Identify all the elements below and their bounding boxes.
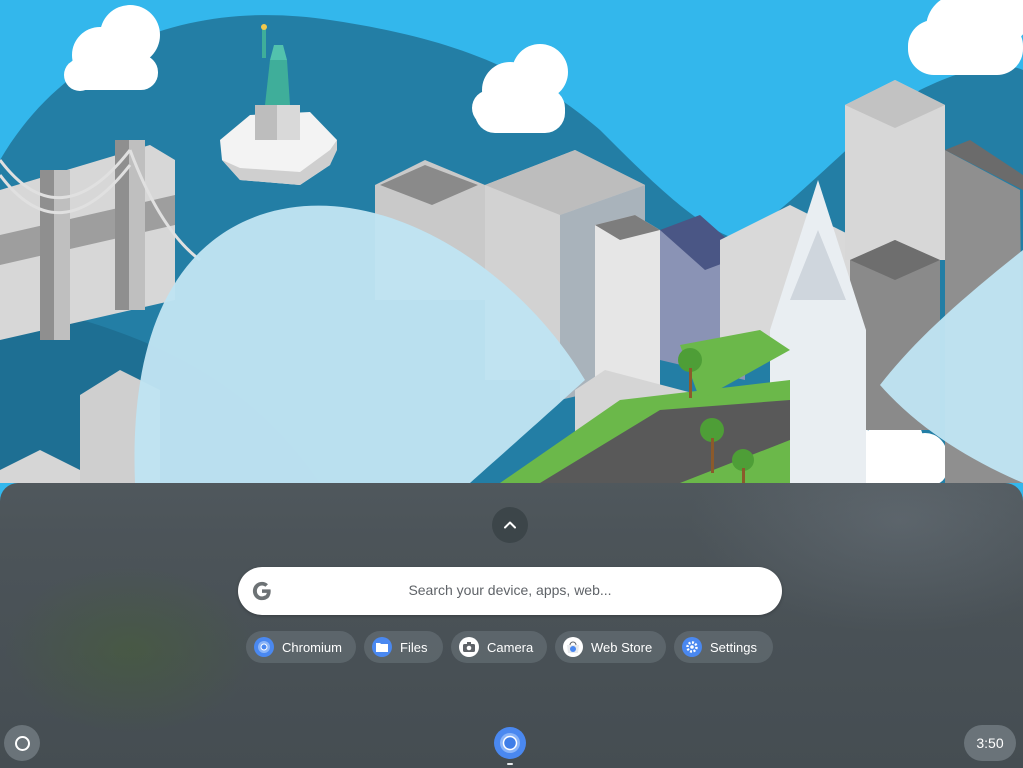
expand-launcher-button[interactable] [492,507,528,543]
web-store-icon [563,637,583,657]
running-indicator [507,763,513,765]
chip-label: Files [400,639,428,655]
chevron-up-icon [504,521,516,529]
status-area-clock[interactable]: 3:50 [964,725,1016,761]
suggested-apps-row: Chromium Files Camera Web Store Settings [0,631,1023,663]
chip-label: Web Store [591,639,653,655]
clock-time: 3:50 [976,735,1004,751]
chromium-icon [494,727,526,759]
shelf-app-chromium[interactable] [493,726,527,760]
files-icon [372,637,392,657]
suggested-app-camera[interactable]: Camera [451,631,547,663]
chip-label: Settings [710,639,757,655]
suggested-app-settings[interactable]: Settings [674,631,773,663]
suggested-app-web-store[interactable]: Web Store [555,631,666,663]
camera-icon [459,637,479,657]
launcher-search-box[interactable]: Search your device, apps, web... [238,567,782,615]
chromium-icon [254,637,274,657]
settings-icon [682,637,702,657]
launcher-circle-icon [14,735,30,751]
suggested-app-files[interactable]: Files [364,631,443,663]
suggested-app-chromium[interactable]: Chromium [246,631,356,663]
chip-label: Chromium [282,639,342,655]
chip-label: Camera [487,639,534,655]
launcher-button[interactable] [4,725,40,761]
search-placeholder: Search your device, apps, web... [408,582,612,598]
